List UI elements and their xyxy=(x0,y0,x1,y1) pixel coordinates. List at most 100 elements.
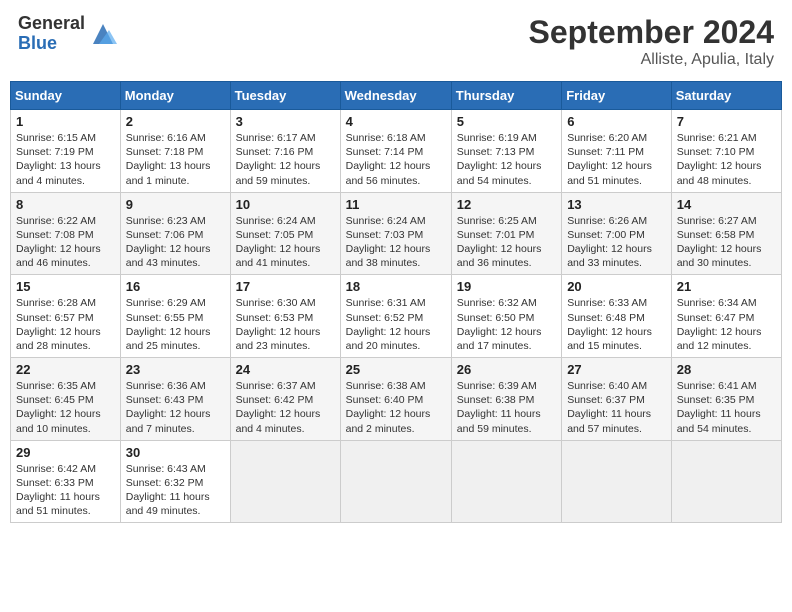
calendar-day-cell: 16 Sunrise: 6:29 AM Sunset: 6:55 PM Dayli… xyxy=(120,275,230,358)
calendar-header-row: SundayMondayTuesdayWednesdayThursdayFrid… xyxy=(11,82,782,110)
column-header-wednesday: Wednesday xyxy=(340,82,451,110)
day-info: Sunrise: 6:38 AM Sunset: 6:40 PM Dayligh… xyxy=(346,379,446,436)
day-number: 26 xyxy=(457,362,556,377)
day-number: 9 xyxy=(126,197,225,212)
day-number: 20 xyxy=(567,279,666,294)
calendar-day-cell: 3 Sunrise: 6:17 AM Sunset: 7:16 PM Daylig… xyxy=(230,110,340,193)
day-info: Sunrise: 6:25 AM Sunset: 7:01 PM Dayligh… xyxy=(457,214,556,271)
day-number: 22 xyxy=(16,362,115,377)
day-info: Sunrise: 6:16 AM Sunset: 7:18 PM Dayligh… xyxy=(126,131,225,188)
day-number: 2 xyxy=(126,114,225,129)
calendar-day-cell xyxy=(340,440,451,523)
day-info: Sunrise: 6:31 AM Sunset: 6:52 PM Dayligh… xyxy=(346,296,446,353)
day-number: 19 xyxy=(457,279,556,294)
day-number: 15 xyxy=(16,279,115,294)
day-info: Sunrise: 6:24 AM Sunset: 7:05 PM Dayligh… xyxy=(236,214,335,271)
day-info: Sunrise: 6:21 AM Sunset: 7:10 PM Dayligh… xyxy=(677,131,776,188)
day-info: Sunrise: 6:15 AM Sunset: 7:19 PM Dayligh… xyxy=(16,131,115,188)
day-number: 3 xyxy=(236,114,335,129)
calendar-day-cell xyxy=(230,440,340,523)
title-block: September 2024 Alliste, Apulia, Italy xyxy=(529,14,774,69)
column-header-friday: Friday xyxy=(562,82,672,110)
day-number: 21 xyxy=(677,279,776,294)
calendar-day-cell: 25 Sunrise: 6:38 AM Sunset: 6:40 PM Dayli… xyxy=(340,358,451,441)
day-number: 6 xyxy=(567,114,666,129)
day-info: Sunrise: 6:27 AM Sunset: 6:58 PM Dayligh… xyxy=(677,214,776,271)
day-number: 16 xyxy=(126,279,225,294)
day-info: Sunrise: 6:43 AM Sunset: 6:32 PM Dayligh… xyxy=(126,462,225,519)
calendar-day-cell: 4 Sunrise: 6:18 AM Sunset: 7:14 PM Daylig… xyxy=(340,110,451,193)
calendar-week-row: 29 Sunrise: 6:42 AM Sunset: 6:33 PM Dayli… xyxy=(11,440,782,523)
calendar-day-cell: 26 Sunrise: 6:39 AM Sunset: 6:38 PM Dayli… xyxy=(451,358,561,441)
day-info: Sunrise: 6:23 AM Sunset: 7:06 PM Dayligh… xyxy=(126,214,225,271)
day-info: Sunrise: 6:33 AM Sunset: 6:48 PM Dayligh… xyxy=(567,296,666,353)
calendar-day-cell: 11Sunrise: 6:24 AM Sunset: 7:03 PM Dayli… xyxy=(340,192,451,275)
day-number: 17 xyxy=(236,279,335,294)
logo: General Blue xyxy=(18,14,117,54)
calendar-week-row: 8 Sunrise: 6:22 AM Sunset: 7:08 PM Daylig… xyxy=(11,192,782,275)
calendar-day-cell xyxy=(671,440,781,523)
calendar-day-cell: 9 Sunrise: 6:23 AM Sunset: 7:06 PM Daylig… xyxy=(120,192,230,275)
calendar-day-cell: 18 Sunrise: 6:31 AM Sunset: 6:52 PM Dayli… xyxy=(340,275,451,358)
calendar-week-row: 15 Sunrise: 6:28 AM Sunset: 6:57 PM Dayli… xyxy=(11,275,782,358)
day-info: Sunrise: 6:32 AM Sunset: 6:50 PM Dayligh… xyxy=(457,296,556,353)
day-number: 28 xyxy=(677,362,776,377)
day-number: 30 xyxy=(126,445,225,460)
column-header-thursday: Thursday xyxy=(451,82,561,110)
calendar-location: Alliste, Apulia, Italy xyxy=(529,51,774,69)
day-number: 24 xyxy=(236,362,335,377)
calendar-day-cell: 1 Sunrise: 6:15 AM Sunset: 7:19 PM Daylig… xyxy=(11,110,121,193)
day-info: Sunrise: 6:29 AM Sunset: 6:55 PM Dayligh… xyxy=(126,296,225,353)
column-header-monday: Monday xyxy=(120,82,230,110)
day-info: Sunrise: 6:26 AM Sunset: 7:00 PM Dayligh… xyxy=(567,214,666,271)
day-number: 1 xyxy=(16,114,115,129)
day-info: Sunrise: 6:24 AM Sunset: 7:03 PM Dayligh… xyxy=(346,214,446,271)
day-number: 29 xyxy=(16,445,115,460)
calendar-table: SundayMondayTuesdayWednesdayThursdayFrid… xyxy=(10,81,782,523)
page-header: General Blue September 2024 Alliste, Apu… xyxy=(10,10,782,73)
day-number: 25 xyxy=(346,362,446,377)
calendar-day-cell: 7 Sunrise: 6:21 AM Sunset: 7:10 PM Daylig… xyxy=(671,110,781,193)
day-info: Sunrise: 6:40 AM Sunset: 6:37 PM Dayligh… xyxy=(567,379,666,436)
calendar-day-cell: 2 Sunrise: 6:16 AM Sunset: 7:18 PM Daylig… xyxy=(120,110,230,193)
day-info: Sunrise: 6:18 AM Sunset: 7:14 PM Dayligh… xyxy=(346,131,446,188)
calendar-day-cell: 29 Sunrise: 6:42 AM Sunset: 6:33 PM Dayli… xyxy=(11,440,121,523)
calendar-day-cell: 30 Sunrise: 6:43 AM Sunset: 6:32 PM Dayli… xyxy=(120,440,230,523)
calendar-day-cell: 23Sunrise: 6:36 AM Sunset: 6:43 PM Dayli… xyxy=(120,358,230,441)
day-info: Sunrise: 6:34 AM Sunset: 6:47 PM Dayligh… xyxy=(677,296,776,353)
day-info: Sunrise: 6:17 AM Sunset: 7:16 PM Dayligh… xyxy=(236,131,335,188)
calendar-day-cell: 28 Sunrise: 6:41 AM Sunset: 6:35 PM Dayli… xyxy=(671,358,781,441)
calendar-day-cell: 5Sunrise: 6:19 AM Sunset: 7:13 PM Daylig… xyxy=(451,110,561,193)
column-header-saturday: Saturday xyxy=(671,82,781,110)
day-number: 27 xyxy=(567,362,666,377)
calendar-title: September 2024 xyxy=(529,14,774,51)
day-info: Sunrise: 6:42 AM Sunset: 6:33 PM Dayligh… xyxy=(16,462,115,519)
calendar-day-cell: 21 Sunrise: 6:34 AM Sunset: 6:47 PM Dayli… xyxy=(671,275,781,358)
day-number: 8 xyxy=(16,197,115,212)
calendar-day-cell: 22Sunrise: 6:35 AM Sunset: 6:45 PM Dayli… xyxy=(11,358,121,441)
day-number: 14 xyxy=(677,197,776,212)
day-number: 10 xyxy=(236,197,335,212)
day-info: Sunrise: 6:20 AM Sunset: 7:11 PM Dayligh… xyxy=(567,131,666,188)
logo-general-text: General xyxy=(18,14,85,34)
day-info: Sunrise: 6:41 AM Sunset: 6:35 PM Dayligh… xyxy=(677,379,776,436)
column-header-tuesday: Tuesday xyxy=(230,82,340,110)
calendar-day-cell xyxy=(562,440,672,523)
calendar-day-cell xyxy=(451,440,561,523)
day-info: Sunrise: 6:36 AM Sunset: 6:43 PM Dayligh… xyxy=(126,379,225,436)
calendar-day-cell: 13 Sunrise: 6:26 AM Sunset: 7:00 PM Dayli… xyxy=(562,192,672,275)
calendar-day-cell: 24Sunrise: 6:37 AM Sunset: 6:42 PM Dayli… xyxy=(230,358,340,441)
day-number: 7 xyxy=(677,114,776,129)
calendar-day-cell: 27 Sunrise: 6:40 AM Sunset: 6:37 PM Dayli… xyxy=(562,358,672,441)
day-number: 13 xyxy=(567,197,666,212)
day-number: 18 xyxy=(346,279,446,294)
day-number: 4 xyxy=(346,114,446,129)
calendar-day-cell: 19 Sunrise: 6:32 AM Sunset: 6:50 PM Dayli… xyxy=(451,275,561,358)
calendar-day-cell: 14 Sunrise: 6:27 AM Sunset: 6:58 PM Dayli… xyxy=(671,192,781,275)
day-info: Sunrise: 6:28 AM Sunset: 6:57 PM Dayligh… xyxy=(16,296,115,353)
logo-icon xyxy=(89,20,117,48)
day-info: Sunrise: 6:39 AM Sunset: 6:38 PM Dayligh… xyxy=(457,379,556,436)
day-info: Sunrise: 6:30 AM Sunset: 6:53 PM Dayligh… xyxy=(236,296,335,353)
day-info: Sunrise: 6:22 AM Sunset: 7:08 PM Dayligh… xyxy=(16,214,115,271)
calendar-week-row: 1 Sunrise: 6:15 AM Sunset: 7:19 PM Daylig… xyxy=(11,110,782,193)
